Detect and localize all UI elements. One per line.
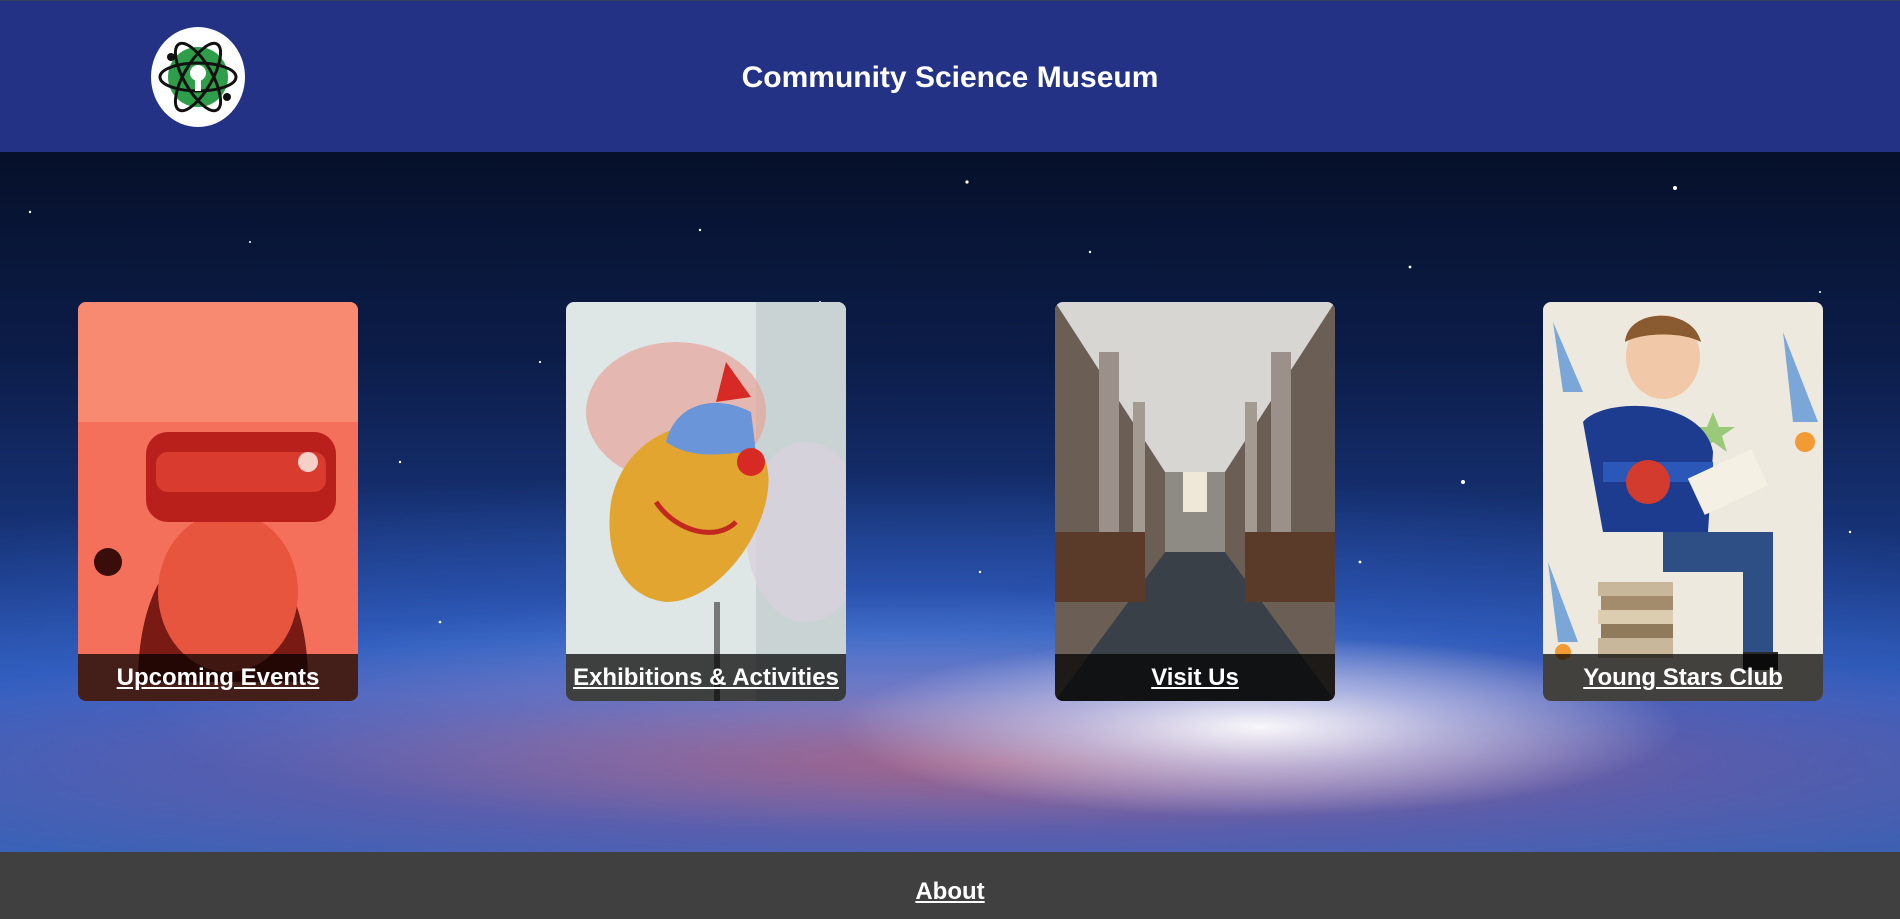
card-young-stars-club[interactable]: Young Stars Club xyxy=(1543,302,1823,701)
site-footer: About xyxy=(0,852,1900,919)
card-label: Upcoming Events xyxy=(78,654,358,701)
site-header: Community Science Museum xyxy=(0,0,1900,152)
card-visit-us[interactable]: Visit Us xyxy=(1055,302,1335,701)
museum-gallery-hall-photo xyxy=(1055,302,1335,701)
anatomical-heart-model-photo xyxy=(566,302,846,701)
card-label: Visit Us xyxy=(1055,654,1335,701)
about-link[interactable]: About xyxy=(0,878,1900,906)
child-reading-book-rockets-photo xyxy=(1543,302,1823,701)
child-vr-headset-photo xyxy=(78,302,358,701)
card-label: Young Stars Club xyxy=(1543,654,1823,701)
card-exhibitions-activities[interactable]: Exhibitions & Activities xyxy=(566,302,846,701)
card-upcoming-events[interactable]: Upcoming Events xyxy=(78,302,358,701)
hero-section: Upcoming Events Exhibitions & Activities xyxy=(0,152,1900,852)
card-label: Exhibitions & Activities xyxy=(566,654,846,701)
site-title: Community Science Museum xyxy=(741,61,1159,94)
